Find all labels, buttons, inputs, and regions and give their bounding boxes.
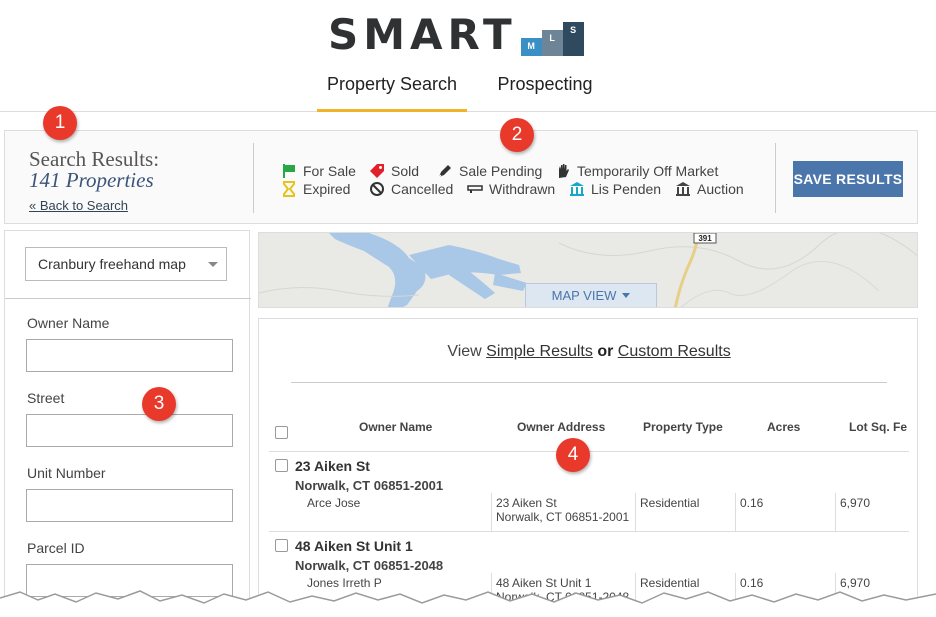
pen-icon (438, 165, 451, 178)
divider (291, 382, 887, 383)
main-nav: Property Search Prospecting (0, 66, 936, 112)
acres-cell: 0.16 (740, 496, 764, 510)
legend-expired: Expired (281, 181, 350, 197)
flag-icon (283, 164, 295, 178)
legend-lis-penden: Lis Penden (569, 181, 661, 197)
withdrawn-icon (467, 185, 483, 193)
owner-name-cell: Arce Jose (307, 496, 361, 510)
divider (835, 493, 836, 531)
courthouse-icon (676, 182, 690, 196)
row-checkbox[interactable] (275, 539, 288, 552)
map-view-toggle[interactable]: MAP VIEW (525, 283, 657, 307)
select-all-checkbox[interactable] (275, 426, 288, 439)
legend-auction: Auction (675, 181, 744, 197)
chevron-down-icon (208, 262, 218, 267)
divider (269, 531, 909, 532)
search-filter-sidebar: Cranbury freehand map Owner Name Street … (4, 230, 251, 617)
map-area-select-value: Cranbury freehand map (38, 256, 186, 272)
annotation-badge-2: 2 (500, 118, 534, 152)
legend-label: Lis Penden (591, 181, 662, 197)
route-shield-label: 391 (698, 234, 712, 243)
property-city: Norwalk, CT 06851-2048 (295, 558, 444, 573)
legend-for-sale: For Sale (281, 163, 356, 179)
legend-sold: Sold (369, 163, 419, 179)
legend-cancelled: Cancelled (369, 181, 453, 197)
legend-withdrawn: Withdrawn (467, 181, 555, 197)
legend-label: Sold (391, 163, 420, 179)
hourglass-icon (283, 181, 295, 197)
logo-box-m: M (520, 38, 542, 56)
unit-number-input[interactable] (26, 489, 233, 522)
column-lot-sq-feet[interactable]: Lot Sq. Fe (849, 420, 907, 434)
results-view-selector: View Simple Results or Custom Results (259, 343, 917, 361)
logo-text: SMART (328, 10, 517, 59)
map-area-select[interactable]: Cranbury freehand map (25, 247, 227, 281)
custom-results-link[interactable]: Custom Results (618, 343, 731, 360)
tab-prospecting[interactable]: Prospecting (489, 66, 601, 112)
street-input[interactable] (26, 414, 233, 447)
legend-label: Withdrawn (489, 181, 556, 197)
owner-address-line2: Norwalk, CT 06851-2001 (496, 510, 630, 524)
owner-address-line1: 23 Aiken St (496, 496, 557, 510)
divider (635, 493, 636, 531)
logo-box-s: S (562, 22, 584, 56)
divider (491, 493, 492, 531)
property-address-link[interactable]: 48 Aiken St Unit 1 (295, 538, 413, 554)
legend-label: Expired (303, 181, 351, 197)
property-count: 141 Properties (29, 168, 154, 192)
logo-boxes: M L S (520, 22, 584, 56)
column-property-type[interactable]: Property Type (643, 420, 723, 434)
divider (5, 298, 251, 299)
annotation-badge-3: 3 (142, 387, 176, 421)
bank-icon (570, 182, 584, 196)
column-acres[interactable]: Acres (767, 420, 800, 434)
legend-label: Temporarily Off Market (577, 163, 719, 179)
torn-edge-graphic (0, 590, 936, 617)
logo-box-l: L (541, 30, 563, 56)
or-text: or (597, 343, 614, 360)
owner-name-label: Owner Name (27, 315, 110, 331)
property-city: Norwalk, CT 06851-2001 (295, 478, 444, 493)
tab-property-search[interactable]: Property Search (317, 66, 467, 112)
tag-icon (370, 164, 384, 178)
view-prefix: View (447, 343, 487, 360)
street-label: Street (27, 390, 65, 406)
column-owner-name[interactable]: Owner Name (359, 420, 432, 434)
column-owner-address[interactable]: Owner Address (517, 420, 605, 434)
annotation-badge-1: 1 (43, 106, 77, 140)
ban-icon (370, 182, 384, 196)
simple-results-link[interactable]: Simple Results (486, 343, 593, 360)
legend-temporarily-off-market: Temporarily Off Market (555, 163, 718, 179)
owner-name-input[interactable] (26, 339, 233, 372)
divider (735, 493, 736, 531)
divider (253, 143, 254, 213)
property-address-link[interactable]: 23 Aiken St (295, 458, 370, 474)
save-results-button[interactable]: SAVE RESULTS (793, 161, 903, 197)
legend-label: Cancelled (391, 181, 454, 197)
results-panel: View Simple Results or Custom Results Ow… (258, 318, 918, 617)
legend-label: Auction (697, 181, 744, 197)
annotation-badge-4: 4 (556, 438, 590, 472)
lot-size-cell: 6,970 (840, 496, 871, 510)
back-to-search-link[interactable]: « Back to Search (29, 198, 128, 213)
legend-sale-pending: Sale Pending (437, 163, 542, 179)
results-map[interactable]: 391 MAP VIEW (258, 232, 918, 308)
property-type-cell: Residential (640, 496, 700, 510)
smart-mls-logo[interactable]: SMART M L S (328, 12, 584, 56)
unit-number-label: Unit Number (27, 465, 106, 481)
legend-label: Sale Pending (459, 163, 543, 179)
results-summary-bar: Search Results: 141 Properties « Back to… (4, 130, 918, 224)
legend-label: For Sale (303, 163, 356, 179)
row-checkbox[interactable] (275, 459, 288, 472)
hand-icon (559, 164, 569, 178)
parcel-id-label: Parcel ID (27, 540, 85, 556)
divider (775, 143, 776, 213)
caret-down-icon (622, 293, 631, 298)
map-view-label: MAP VIEW (551, 288, 617, 303)
app-header: SMART M L S Property Search Prospecting (0, 0, 936, 112)
